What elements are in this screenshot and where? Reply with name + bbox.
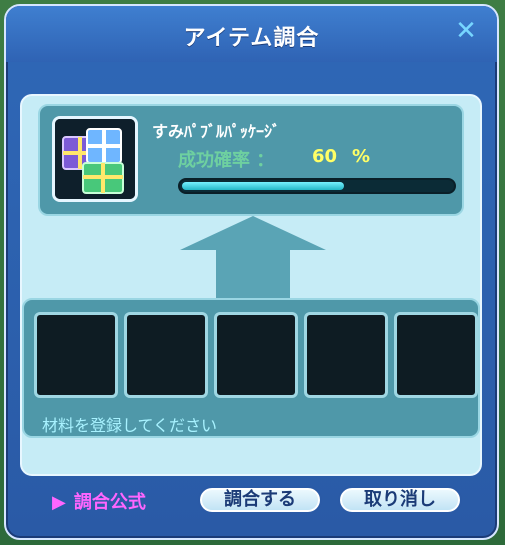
result-item-name: すみﾊﾟﾌﾞﾙﾊﾟｯｹｰｼﾞ	[152, 122, 281, 141]
formula-link[interactable]: ▶ 調合公式	[52, 488, 146, 514]
window-titlebar[interactable]: アイテム調合 ✕	[6, 6, 497, 62]
gift-package-icon	[55, 119, 135, 199]
window-footer: ▶ 調合公式 調合する 取り消し	[6, 480, 497, 530]
materials-hint: 材料を登録してください	[42, 416, 218, 435]
material-slot-2[interactable]	[124, 312, 208, 398]
arrow-up-icon	[180, 216, 326, 310]
material-slot-1[interactable]	[34, 312, 118, 398]
success-rate-bar-fill	[182, 182, 344, 190]
materials-panel: 材料を登録してください	[22, 298, 480, 438]
cancel-button[interactable]: 取り消し	[338, 486, 462, 514]
result-panel: すみﾊﾟﾌﾞﾙﾊﾟｯｹｰｼﾞ 成功確率 ： 60 %	[38, 104, 464, 216]
success-rate-value: 60	[312, 146, 338, 167]
combine-body-panel: すみﾊﾟﾌﾞﾙﾊﾟｯｹｰｼﾞ 成功確率 ： 60 % 材料を登録してください	[20, 94, 482, 476]
formula-label: 調合公式	[73, 492, 146, 513]
result-item-slot[interactable]	[52, 116, 138, 202]
item-combine-window: アイテム調合 ✕ すみﾊﾟﾌﾞﾙﾊﾟｯｹｰｼﾞ 成功確率 ： 60 % 材料を登…	[4, 4, 499, 540]
material-slot-3[interactable]	[214, 312, 298, 398]
material-slot-4[interactable]	[304, 312, 388, 398]
combine-button[interactable]: 調合する	[198, 486, 322, 514]
window-title: アイテム調合	[183, 26, 320, 51]
success-rate-bar	[178, 178, 456, 194]
triangle-right-icon: ▶	[52, 492, 66, 513]
success-rate-label: 成功確率 ：	[178, 150, 275, 171]
close-icon[interactable]: ✕	[453, 18, 479, 44]
success-rate-unit: %	[352, 146, 371, 167]
material-slot-5[interactable]	[394, 312, 478, 398]
